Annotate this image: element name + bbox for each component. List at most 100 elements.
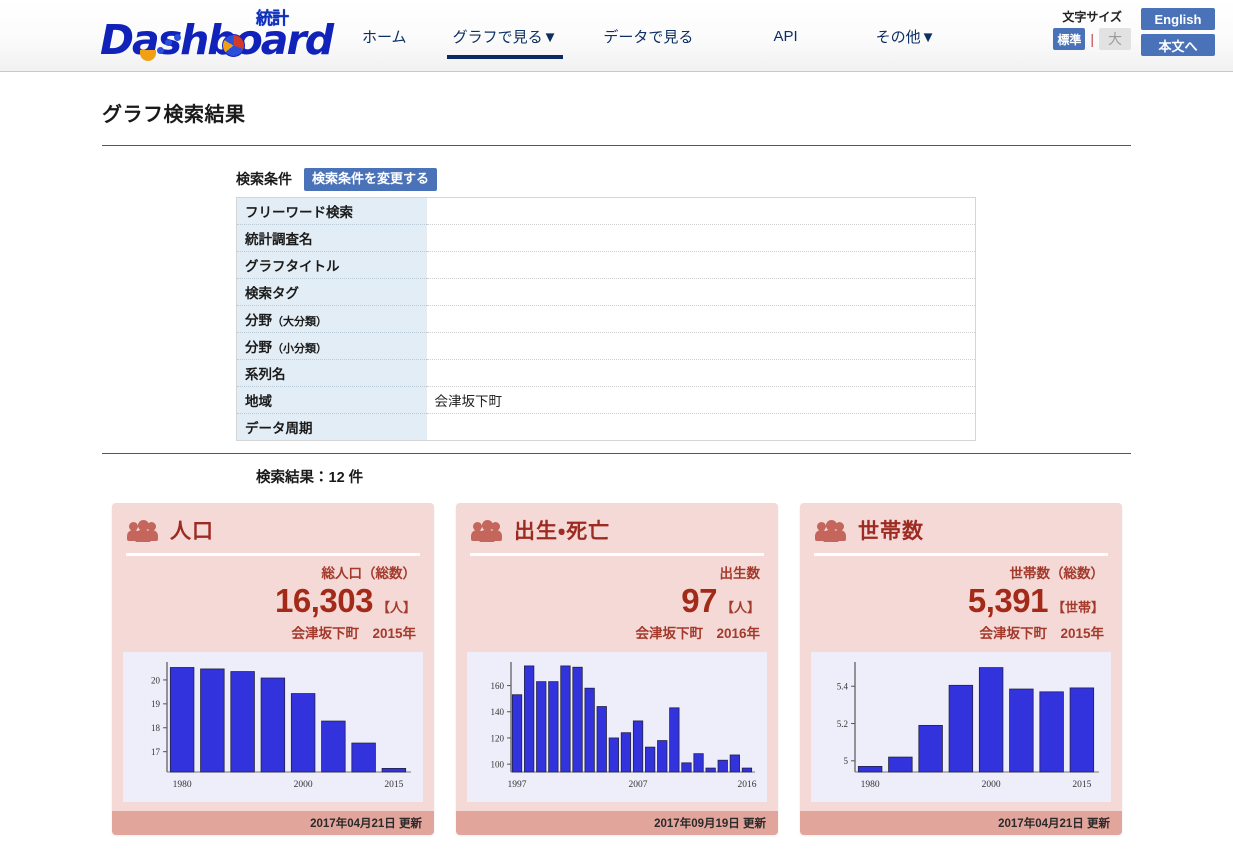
stat-value: 97 [681,581,717,619]
stat-value-row: 5,391 【世帯】 [814,581,1104,619]
condition-value-field-minor [426,332,976,360]
results-divider [102,452,1131,454]
stat-unit: 【人】 [720,599,760,615]
chart-population[interactable]: 17 18 19 20 1980 2000 2015 [123,652,423,803]
nav-item-home[interactable]: ホーム [348,0,421,72]
font-size-control: 文字サイズ 標準 | 大 [1053,8,1131,50]
chart-households[interactable]: 5 5.2 5.4 1980 2000 2015 [811,652,1111,803]
condition-value-graph-title [426,251,976,279]
condition-value-series-name [426,359,976,387]
condition-value-freeword [426,197,976,225]
font-size-standard-button[interactable]: 標準 [1053,28,1086,50]
stat-label: 出生数 [719,565,761,581]
nav-item-other[interactable]: その他▼ [862,0,950,72]
search-conditions-label: 検索条件 [236,171,292,188]
card-title: 出生・死亡 [514,519,611,543]
stat-unit: 【世帯】 [1051,599,1104,615]
card-header: 出生・死亡 [456,503,778,553]
page-title: グラフ検索結果 [102,104,246,126]
svg-text:20: 20 [151,676,161,686]
svg-text:2007: 2007 [629,780,648,790]
svg-text:100: 100 [491,760,505,770]
stat-region-year: 会津坂下町 2016年 [635,626,760,642]
card-title: 世帯数 [858,519,924,543]
result-card-households[interactable]: 世帯数 世帯数（総数） 5,391 【世帯】 会津坂下町 2015年 5 5.2 5… [800,502,1122,836]
nav-item-view-data[interactable]: データで見る [589,0,707,72]
card-title: 人口 [170,519,214,543]
logo-wordmark: Dashboard [100,16,334,64]
table-row: 統計調査名 [236,224,976,252]
svg-text:120: 120 [491,734,505,744]
stat-region-year: 会津坂下町 2015年 [979,626,1104,642]
chart-births[interactable]: 100 120 140 160 1997 2007 2016 [467,652,767,803]
svg-text:2000: 2000 [982,780,1001,790]
svg-text:5.4: 5.4 [837,682,849,692]
svg-text:18: 18 [151,723,161,733]
card-statistics: 総人口（総数） 16,303 【人】 会津坂下町 2015年 [112,556,434,651]
result-count: 検索結果：12 件 [256,469,364,486]
card-updated-date: 2017年04月21日 更新 [800,811,1122,836]
svg-text:2016: 2016 [737,780,756,790]
condition-label-data-period: データ周期 [236,413,427,441]
nav-item-api[interactable]: API [759,0,811,72]
table-row: データ周期 [236,413,976,441]
people-icon [815,519,848,542]
stat-value-row: 97 【人】 [470,581,760,619]
site-logo[interactable]: Dashboard 統計 [100,6,334,66]
people-icon [127,519,160,542]
table-row: 系列名 [236,359,976,387]
result-card-births-deaths[interactable]: 出生・死亡 出生数 97 【人】 会津坂下町 2016年 100 120 140 16… [456,502,778,836]
table-row: グラフタイトル [236,251,976,279]
font-size-separator: | [1090,31,1094,47]
condition-label-survey-name: 統計調査名 [236,224,427,252]
condition-value-field-major [426,305,976,333]
title-divider [102,145,1131,146]
condition-label-field-minor: 分野（小分類） [236,332,427,360]
page-content: グラフ検索結果 検索条件 検索条件を変更する フリーワード検索 統計調査名 グラ… [0,98,1233,836]
svg-text:2015: 2015 [1072,780,1091,790]
search-conditions-table: フリーワード検索 統計調査名 グラフタイトル 検索タグ 分野（大分類） 分野（小… [236,196,976,441]
header-utilities: 文字サイズ 標準 | 大 English 本文へ [1053,8,1215,56]
card-header: 人口 [112,503,434,553]
svg-text:19: 19 [151,699,161,709]
search-conditions-header: 検索条件 検索条件を変更する [236,168,1233,191]
condition-value-search-tag [426,278,976,306]
svg-text:1997: 1997 [508,780,527,790]
svg-text:160: 160 [491,681,505,691]
table-row: フリーワード検索 [236,197,976,225]
card-updated-date: 2017年09月19日 更新 [456,811,778,836]
condition-label-region: 地域 [236,386,427,414]
main-navigation: ホーム グラフで見る▼ データで見る API その他▼ [348,0,949,72]
result-card-population[interactable]: 人口 総人口（総数） 16,303 【人】 会津坂下町 2015年 17 18 19… [112,502,434,836]
condition-label-field-major: 分野（大分類） [236,305,427,333]
stat-label: 総人口（総数） [321,565,417,581]
svg-text:5.2: 5.2 [837,719,848,729]
stat-unit: 【人】 [376,599,416,615]
english-language-button[interactable]: English [1141,8,1215,30]
logo-kanji-badge: 統計 [256,9,289,28]
condition-value-data-period [426,413,976,441]
condition-label-graph-title: グラフタイトル [236,251,427,279]
stat-label: 世帯数（総数） [1009,565,1105,581]
logo-pie-chart-icon [222,34,245,57]
font-size-label: 文字サイズ [1062,10,1122,24]
svg-text:1980: 1980 [861,780,880,790]
font-size-large-button[interactable]: 大 [1099,28,1131,50]
condition-value-survey-name [426,224,976,252]
skip-to-content-button[interactable]: 本文へ [1141,34,1215,56]
stat-value-row: 16,303 【人】 [126,581,416,619]
svg-text:2000: 2000 [294,780,313,790]
condition-label-search-tag: 検索タグ [236,278,427,306]
nav-item-view-graphs[interactable]: グラフで見る▼ [439,0,572,72]
svg-text:1980: 1980 [173,780,192,790]
font-size-buttons: 標準 | 大 [1053,28,1131,50]
change-search-conditions-button[interactable]: 検索条件を変更する [304,168,438,191]
result-cards: 人口 総人口（総数） 16,303 【人】 会津坂下町 2015年 17 18 19… [112,502,1233,836]
stat-value: 5,391 [967,581,1049,619]
stat-value: 16,303 [275,581,373,619]
table-row: 地域 会津坂下町 [236,386,976,414]
stat-region-year: 会津坂下町 2015年 [291,626,416,642]
card-statistics: 出生数 97 【人】 会津坂下町 2016年 [456,556,778,651]
logo-chain-icon [157,34,183,58]
condition-value-region: 会津坂下町 [426,386,976,414]
